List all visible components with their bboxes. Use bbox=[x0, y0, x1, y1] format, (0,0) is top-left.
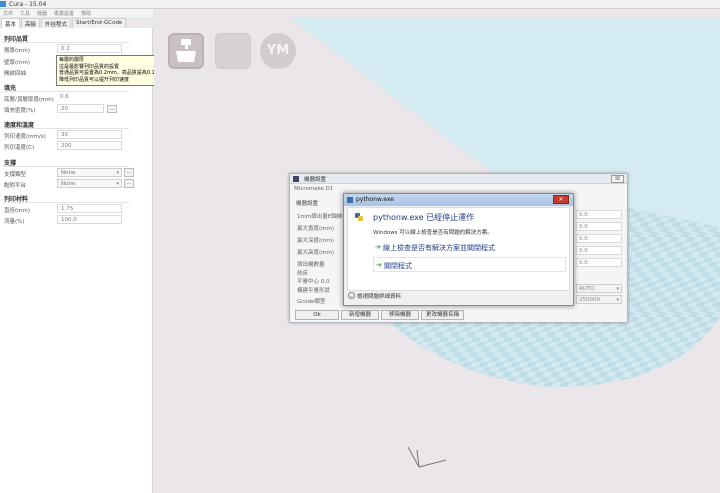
close-program-option[interactable]: ➔ 關閉程式 bbox=[373, 257, 566, 272]
setting-label: 擠出機數量 bbox=[297, 262, 325, 268]
error-dialog-title: pythonw.exe bbox=[356, 196, 394, 203]
load-model-icon bbox=[176, 39, 196, 62]
error-headline: pythonw.exe 已經停止運作 bbox=[373, 213, 475, 222]
gcode-flavor-value: 250000 bbox=[579, 297, 600, 303]
gcode-flavor-select[interactable]: 250000 ▾ bbox=[576, 295, 622, 304]
retraction-label: 開啟回抽 bbox=[4, 71, 27, 77]
check-online-label: 線上檢查是否有解決方案並關閉程式 bbox=[383, 244, 495, 252]
machine-tab[interactable]: Micromake D1 bbox=[294, 186, 333, 192]
ok-button[interactable]: Ok bbox=[295, 310, 339, 320]
cura-app-icon bbox=[0, 1, 6, 7]
menu-machine[interactable]: 機器 bbox=[37, 10, 47, 17]
setting-input[interactable]: 0.0 bbox=[576, 210, 622, 219]
divider bbox=[4, 128, 129, 129]
diameter-label: 直徑(mm) bbox=[4, 208, 31, 214]
platform-adhesion-value: None bbox=[61, 181, 76, 187]
settings-tabs: 基本 高級 外挂程式 Start/End-GCode bbox=[0, 18, 153, 28]
chevron-down-icon: ▾ bbox=[116, 181, 119, 187]
setting-label: 最大寬度(mm) bbox=[297, 226, 335, 232]
machine-dialog-title: 機器設置 bbox=[304, 177, 327, 183]
setting-label: 最大深度(mm) bbox=[297, 238, 335, 244]
error-dialog: pythonw.exe ✕ pythonw.exe 已經停止運作 Windows… bbox=[343, 193, 574, 306]
build-plate-shape-value: AUTO bbox=[579, 286, 595, 292]
build-plate-shape-select[interactable]: AUTO ▾ bbox=[576, 284, 622, 293]
fill-density-more-button[interactable]: ... bbox=[107, 105, 117, 113]
close-program-label: 關閉程式 bbox=[384, 262, 412, 270]
error-dialog-body: pythonw.exe 已經停止運作 Windows 可以線上檢查是否有問題的解… bbox=[347, 207, 570, 291]
top-bottom-value[interactable]: 0.6 bbox=[57, 93, 104, 102]
support-type-select[interactable]: None ▾ bbox=[57, 168, 122, 177]
diameter-input[interactable]: 1.75 bbox=[57, 204, 122, 213]
arrow-right-icon: ➔ bbox=[376, 261, 382, 269]
window-title: Cura - 15.04 bbox=[9, 1, 47, 8]
setting-label: 最大高度(mm) bbox=[297, 250, 335, 256]
divider bbox=[4, 166, 129, 167]
print-temp-label: 列印溫度(C) bbox=[4, 145, 35, 151]
divider bbox=[4, 202, 129, 203]
python-icon bbox=[347, 197, 353, 203]
setting-label: 構建平臺形狀 bbox=[297, 288, 331, 294]
platform-adhesion-more-button[interactable]: ... bbox=[124, 179, 134, 188]
top-bottom-label: 底層/頂層厚度(mm) bbox=[4, 97, 54, 103]
print-speed-label: 列印速度(mm/s) bbox=[4, 134, 46, 140]
menu-tools[interactable]: 工具 bbox=[20, 10, 30, 17]
error-dialog-titlebar: pythonw.exe ✕ bbox=[344, 194, 573, 206]
window-icon bbox=[293, 176, 299, 182]
support-type-value: None bbox=[61, 170, 76, 176]
setting-input[interactable]: 0.0 bbox=[576, 258, 622, 267]
divider bbox=[4, 42, 129, 43]
layer-height-label: 層厚(mm) bbox=[4, 48, 31, 54]
chevron-down-icon: ⌄ bbox=[348, 292, 355, 299]
close-button[interactable]: ✕ bbox=[553, 195, 569, 204]
setting-label: 平臺中心 0,0 bbox=[297, 279, 330, 285]
check-online-option[interactable]: ➔ 線上檢查是否有解決方案並關閉程式 bbox=[373, 240, 566, 255]
setting-input[interactable]: 0.0 bbox=[576, 234, 622, 243]
menu-expert[interactable]: 專業設置 bbox=[54, 10, 74, 17]
machine-dialog-titlebar: 機器設置 ☒ bbox=[290, 174, 627, 184]
setting-input[interactable]: 0.0 bbox=[576, 246, 622, 255]
view-details-label: 檢視問題詳細資料 bbox=[357, 294, 402, 300]
tab-basic[interactable]: 基本 bbox=[1, 18, 21, 28]
support-type-more-button[interactable]: ... bbox=[124, 168, 134, 177]
divider bbox=[4, 91, 129, 92]
setting-label: 熱床 bbox=[297, 271, 309, 277]
chevron-down-icon: ▾ bbox=[116, 170, 119, 176]
menu-file[interactable]: 文件 bbox=[3, 10, 13, 17]
ym-button[interactable]: YM bbox=[260, 33, 296, 69]
arrow-right-icon: ➔ bbox=[375, 243, 381, 251]
tab-advanced[interactable]: 高級 bbox=[21, 18, 41, 28]
setting-input[interactable]: 0.0 bbox=[576, 222, 622, 231]
fill-density-input[interactable]: 20 bbox=[57, 104, 104, 113]
setting-label: 1mm擠出量E軸機 bbox=[297, 214, 343, 220]
load-model-button[interactable] bbox=[168, 33, 204, 69]
tab-plugins[interactable]: 外挂程式 bbox=[41, 18, 72, 28]
error-description: Windows 可以線上檢查是否有問題的解決方案。 bbox=[373, 230, 493, 236]
print-temp-input[interactable]: 200 bbox=[57, 141, 122, 150]
remove-machine-button[interactable]: 移除機器 bbox=[381, 310, 419, 320]
python-icon bbox=[355, 213, 363, 221]
chevron-down-icon: ▾ bbox=[616, 286, 619, 292]
platform-adhesion-label: 黏附平台 bbox=[4, 183, 27, 189]
fill-density-label: 填充密度(%) bbox=[4, 108, 36, 114]
layer-height-input[interactable]: 0.2 bbox=[57, 44, 122, 53]
menu-help[interactable]: 幫助 bbox=[81, 10, 91, 17]
settings-sidebar: 列印品質 層厚(mm) 0.2 壁厚(mm) 開啟回抽 填充 底層/頂層厚度(m… bbox=[0, 28, 153, 493]
print-speed-input[interactable]: 30 bbox=[57, 130, 122, 139]
print-button[interactable] bbox=[215, 33, 251, 69]
menu-bar: 文件 工具 機器 專業設置 幫助 bbox=[0, 9, 153, 17]
rename-machine-button[interactable]: 更改機器名稱 bbox=[421, 310, 464, 320]
add-machine-button[interactable]: 新增機器 bbox=[341, 310, 379, 320]
shell-thickness-label: 壁厚(mm) bbox=[4, 60, 31, 66]
window-titlebar: Cura - 15.04 bbox=[0, 0, 720, 9]
view-details-toggle[interactable]: ⌄ 檢視問題詳細資料 bbox=[348, 292, 401, 300]
support-type-label: 支撐類型 bbox=[4, 172, 27, 178]
setting-label: Gcode類型 bbox=[297, 299, 326, 305]
flow-input[interactable]: 100.0 bbox=[57, 215, 122, 224]
close-button[interactable]: ☒ bbox=[611, 175, 624, 183]
tab-start-end-gcode[interactable]: Start/End-GCode bbox=[72, 18, 127, 28]
flow-label: 流量(%) bbox=[4, 219, 25, 225]
machine-group-title: 機器設置 bbox=[296, 201, 319, 207]
platform-adhesion-select[interactable]: None ▾ bbox=[57, 179, 122, 188]
chevron-down-icon: ▾ bbox=[616, 297, 619, 303]
